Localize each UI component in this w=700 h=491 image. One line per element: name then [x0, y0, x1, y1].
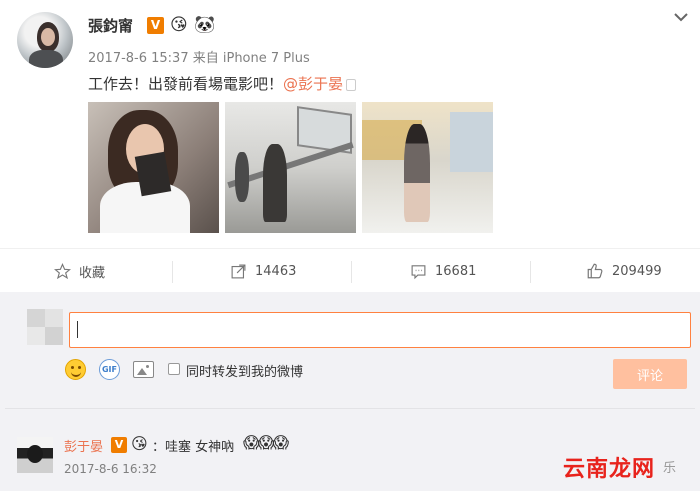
- repost-checkbox-label[interactable]: 同时转发到我的微博: [186, 361, 303, 380]
- mention-link[interactable]: @彭于晏: [283, 75, 343, 93]
- avatar-face: [41, 28, 55, 46]
- scream-emoji-icon: 😱😱😱: [243, 433, 289, 452]
- post-meta: 2017-8-6 15:37 来自 iPhone 7 Plus: [88, 51, 310, 66]
- submit-comment-button[interactable]: 评论: [613, 359, 687, 389]
- thumbs-up-icon: [587, 263, 603, 279]
- like-button[interactable]: 209499: [586, 249, 662, 293]
- watermark-tail: 乐: [663, 461, 677, 476]
- repost-icon: [231, 264, 246, 278]
- image-upload-icon[interactable]: [133, 361, 154, 378]
- photo-bystander: [235, 152, 249, 202]
- comment-button[interactable]: 16681: [410, 249, 476, 293]
- commenter-avatar[interactable]: [17, 437, 53, 473]
- weibo-post: 張鈞甯 V 😘 🐼 2017-8-6 15:37 来自 iPhone 7 Plu…: [0, 0, 700, 248]
- current-user-avatar: [27, 309, 63, 345]
- verified-badge: V: [147, 17, 164, 34]
- post-text-body: 工作去！出發前看場電影吧！: [88, 75, 284, 93]
- panda-emoji-icon: 🐼: [194, 15, 216, 35]
- kiss-emoji-icon: 😘: [170, 15, 188, 35]
- favorite-button[interactable]: 收藏: [54, 249, 105, 293]
- photo-shop-right: [450, 112, 493, 172]
- comment-icon: [411, 264, 426, 279]
- commenter-verified-badge: V: [111, 437, 127, 453]
- watermark-logo: 云南龙网: [563, 457, 656, 482]
- action-divider: [351, 261, 352, 283]
- author-name[interactable]: 張鈞甯: [88, 15, 133, 36]
- post-photo-3[interactable]: [362, 102, 493, 233]
- post-photo-2[interactable]: [225, 102, 356, 233]
- repost-count: 14463: [255, 263, 297, 279]
- post-text: 工作去！出發前看場電影吧！@彭于晏: [88, 73, 357, 94]
- text-caret: [77, 321, 78, 338]
- tag-icon: [346, 78, 357, 91]
- star-icon: [54, 262, 71, 279]
- author-avatar[interactable]: [17, 12, 73, 68]
- comment-time: 2017-8-6 16:32: [64, 462, 157, 476]
- avatar-body: [29, 50, 63, 68]
- photo-woman: [263, 144, 287, 222]
- gif-icon[interactable]: GIF: [99, 359, 120, 380]
- chevron-down-icon[interactable]: [672, 8, 690, 26]
- comment-count: 16681: [435, 263, 477, 279]
- repost-button[interactable]: 14463: [230, 249, 296, 293]
- comment-text: ：哇塞 女神吶: [152, 440, 235, 455]
- like-count: 209499: [612, 263, 662, 279]
- action-divider: [530, 261, 531, 283]
- photo-woman: [404, 124, 430, 222]
- emoji-picker-icon[interactable]: [65, 359, 86, 380]
- action-divider: [172, 261, 173, 283]
- repost-checkbox[interactable]: [168, 363, 180, 375]
- commenter-name[interactable]: 彭于晏: [64, 436, 103, 455]
- kiss-emoji-icon: 😘: [131, 434, 148, 453]
- action-bar: 收藏 14463 16681 209499: [0, 248, 700, 292]
- post-photo-1[interactable]: [88, 102, 219, 233]
- favorite-label: 收藏: [79, 265, 106, 281]
- comment-divider: [5, 408, 695, 409]
- comment-input[interactable]: [69, 312, 691, 348]
